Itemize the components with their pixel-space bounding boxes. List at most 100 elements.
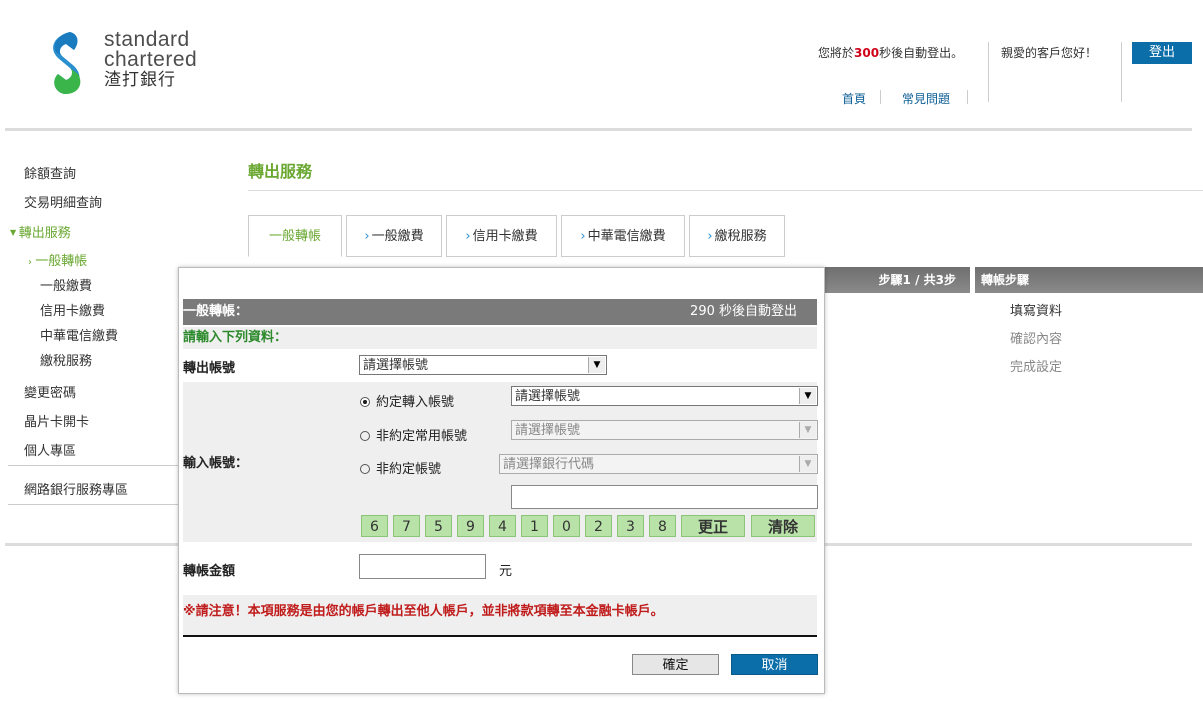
tab-tax[interactable]: › 繳稅服務	[689, 215, 785, 257]
steps-header: 轉帳步驟	[975, 267, 1203, 293]
step-1: 填寫資料	[1010, 304, 1063, 319]
logout-button[interactable]: 登出	[1132, 42, 1192, 64]
step-2: 確認內容	[1010, 332, 1063, 347]
dialog-header: 一般轉帳： 290 秒後自動登出	[183, 299, 817, 325]
select-value: 請選擇銀行代碼	[503, 457, 595, 472]
chevron-right-icon: ›	[465, 229, 471, 244]
frequent-account-select[interactable]: 請選擇帳號 ▼	[511, 420, 818, 440]
keypad-key[interactable]: 7	[393, 515, 420, 537]
cancel-button[interactable]: 取消	[731, 654, 818, 675]
logo-icon	[53, 32, 81, 94]
tab-label: 一般繳費	[371, 229, 424, 244]
radio-label: 非約定帳號	[376, 462, 442, 477]
dropdown-arrow-icon: ▼	[799, 388, 816, 404]
sidebar-item-transfer[interactable]: ▼ 轉出服務	[10, 222, 71, 241]
dropdown-arrow-icon: ▼	[799, 456, 816, 472]
radio-dot	[360, 397, 370, 407]
agreed-account-select[interactable]: 請選擇帳號 ▼	[511, 386, 818, 406]
sidebar-item-balance[interactable]: 餘額查詢	[24, 163, 76, 182]
greeting-text: 親愛的客戶您好！	[1001, 46, 1098, 60]
step-3: 完成設定	[1010, 360, 1063, 375]
keypad-correct-button[interactable]: 更正	[681, 515, 745, 537]
brand-wordmark: standard chartered 渣打銀行	[104, 28, 198, 90]
brand-line3: 渣打銀行	[104, 70, 176, 90]
tab-credit-card[interactable]: › 信用卡繳費	[446, 215, 557, 257]
sidebar-divider	[8, 504, 178, 505]
chevron-right-icon: ›	[580, 229, 586, 244]
home-link[interactable]: 首頁	[842, 90, 866, 107]
sidebar-sub-general-transfer[interactable]: › 一般轉帳	[28, 250, 87, 269]
dropdown-arrow-icon: ▼	[588, 357, 605, 373]
radio-agreed-account[interactable]: 約定轉入帳號	[360, 391, 454, 410]
session-timer: 您將於300秒後自動登出。	[818, 44, 963, 61]
sidebar-item-personal[interactable]: 個人專區	[24, 440, 76, 459]
sidebar-divider	[8, 465, 178, 466]
keypad-key[interactable]: 5	[425, 515, 452, 537]
sidebar-sub-label: 一般轉帳	[35, 254, 88, 269]
radio-label: 非約定常用帳號	[376, 429, 468, 444]
select-value: 請選擇帳號	[363, 358, 429, 373]
to-account-label: 輸入帳號：	[183, 456, 249, 471]
keypad-key[interactable]: 2	[585, 515, 612, 537]
notice-text: ※請注意！本項服務是由您的帳戶轉出至他人帳戶，並非將款項轉至本金融卡帳戶。	[183, 595, 817, 635]
dropdown-arrow-icon: ▼	[799, 422, 816, 438]
keypad-key[interactable]: 6	[361, 515, 388, 537]
instruction-text: 請輸入下列資料：	[183, 327, 817, 349]
radio-label: 約定轉入帳號	[376, 395, 455, 410]
keypad-key[interactable]: 8	[649, 515, 676, 537]
timer-seconds: 300	[854, 46, 880, 60]
sidebar-item-transactions[interactable]: 交易明細查詢	[24, 192, 102, 211]
keypad-key[interactable]: 9	[457, 515, 484, 537]
amount-input[interactable]	[359, 554, 486, 579]
radio-other-account[interactable]: 非約定帳號	[360, 458, 441, 477]
bank-code-select[interactable]: 請選擇銀行代碼 ▼	[499, 454, 818, 474]
keypad-key[interactable]: 4	[489, 515, 516, 537]
keypad-key[interactable]: 1	[521, 515, 548, 537]
from-account-select[interactable]: 請選擇帳號 ▼	[359, 355, 607, 375]
tab-general-payment[interactable]: › 一般繳費	[346, 215, 442, 257]
notice-divider	[183, 635, 817, 637]
title-underline	[248, 190, 1203, 191]
select-value: 請選擇帳號	[515, 389, 581, 404]
dialog-title: 一般轉帳：	[183, 304, 249, 319]
tab-label: 繳稅服務	[714, 229, 767, 244]
divider	[967, 90, 968, 104]
radio-frequent-account[interactable]: 非約定常用帳號	[360, 425, 467, 444]
account-number-input[interactable]	[511, 485, 818, 509]
header-divider	[5, 128, 1192, 131]
divider	[1121, 42, 1122, 102]
radio-dot	[360, 431, 370, 441]
amount-label: 轉帳金額	[183, 564, 236, 579]
sidebar-item-password[interactable]: 變更密碼	[24, 382, 76, 401]
chevron-right-icon: ›	[707, 229, 713, 244]
sidebar-sub-cht[interactable]: 中華電信繳費	[40, 325, 118, 344]
sidebar-item-service-zone[interactable]: 網路銀行服務專區	[24, 479, 128, 498]
select-value: 請選擇帳號	[515, 423, 581, 438]
currency-label: 元	[499, 564, 513, 579]
divider	[988, 42, 989, 102]
sidebar-sub-tax[interactable]: 繳稅服務	[40, 350, 92, 369]
brand-line2: chartered	[104, 48, 198, 71]
from-account-label: 轉出帳號	[183, 361, 236, 376]
transfer-dialog: 一般轉帳： 290 秒後自動登出 請輸入下列資料： 轉出帳號 請選擇帳號 ▼ 輸…	[178, 267, 825, 694]
radio-dot	[360, 464, 370, 474]
keypad-key[interactable]: 0	[553, 515, 580, 537]
divider	[880, 90, 881, 104]
tab-label: 信用卡繳費	[472, 229, 538, 244]
dialog-countdown: 290 秒後自動登出	[690, 304, 797, 319]
faq-link[interactable]: 常見問題	[902, 90, 950, 107]
keypad-key[interactable]: 3	[617, 515, 644, 537]
caret-down-icon: ▼	[10, 228, 19, 237]
sidebar-item-chip-card[interactable]: 晶片卡開卡	[24, 411, 89, 430]
keypad-clear-button[interactable]: 清除	[751, 515, 815, 537]
page-title: 轉出服務	[248, 162, 313, 181]
sidebar-sub-credit-card[interactable]: 信用卡繳費	[40, 300, 105, 319]
brand-line1: standard	[104, 28, 190, 51]
tab-general-transfer[interactable]: 一般轉帳	[248, 215, 342, 257]
confirm-button[interactable]: 確定	[632, 654, 719, 675]
chevron-right-icon: ›	[364, 229, 370, 244]
step-indicator: 步驟1 / 共3步	[820, 267, 970, 293]
timer-suffix: 秒後自動登出。	[879, 46, 964, 60]
tab-cht[interactable]: › 中華電信繳費	[561, 215, 685, 257]
sidebar-sub-general-payment[interactable]: 一般繳費	[40, 275, 92, 294]
